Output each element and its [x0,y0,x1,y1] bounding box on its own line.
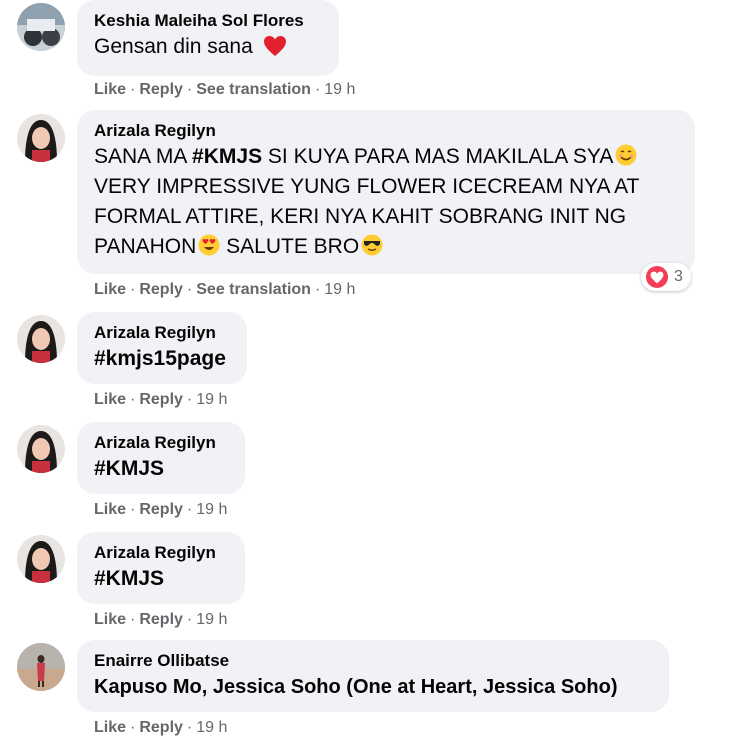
hashtag-link[interactable]: #KMJS [94,564,228,594]
comment-bubble: Enairre Ollibatse Kapuso Mo, Jessica Soh… [77,640,669,712]
hashtag-link[interactable]: #KMJS [192,145,262,168]
avatar[interactable] [17,3,65,51]
separator: · [314,81,321,98]
comment-bubble: Arizala Regilyn SANA MA #KMJS SI KUYA PA… [77,110,695,274]
separator: · [130,719,136,736]
avatar-image [17,643,65,691]
separator: · [130,81,136,98]
hashtag-link[interactable]: #KMJS [94,454,228,484]
heart-eyes-emoji-icon [198,234,220,256]
like-button[interactable]: Like [94,81,126,98]
like-button[interactable]: Like [94,501,126,518]
comment-text-line: Gensan din sana [94,35,253,58]
separator: · [186,719,193,736]
comment-actions: Like · Reply · See translation · 19 h [94,280,355,300]
separator: · [186,501,193,518]
avatar-image [17,535,65,583]
comment-bubble: Keshia Maleiha Sol Flores Gensan din san… [77,0,339,76]
comment-timestamp[interactable]: 19 h [196,611,227,628]
separator: · [186,611,193,628]
see-translation-button[interactable]: See translation [196,81,311,98]
text-segment: SALUTE BRO [220,235,360,258]
comment-author[interactable]: Arizala Regilyn [94,542,228,564]
comment-text-line: SANA MA #KMJS SI KUYA PARA MAS MAKILALA … [94,142,678,172]
comment-text-line: VERY IMPRESSIVE YUNG FLOWER ICECREAM NYA… [94,175,640,198]
avatar[interactable] [17,643,65,691]
reaction-summary[interactable]: 3 [641,263,691,291]
text-segment: SANA MA [94,145,193,168]
avatar-image [17,3,65,51]
comment-actions: Like · Reply · 19 h [94,390,227,410]
comment-timestamp[interactable]: 19 h [196,501,227,518]
comment-text: Gensan din sana [94,32,322,66]
comment-timestamp[interactable]: 19 h [324,281,355,298]
separator: · [130,281,136,298]
hashtag-link[interactable]: #kmjs15page [94,344,230,374]
text-segment: PANAHON [94,235,197,258]
comment-bubble: Arizala Regilyn #KMJS [77,532,245,604]
avatar[interactable] [17,315,65,363]
comment-author[interactable]: Arizala Regilyn [94,120,678,142]
text-segment: SI KUYA PARA MAS MAKILALA SYA [262,145,614,168]
avatar-image [17,315,65,363]
comment-actions: Like · Reply · See translation · 19 h [94,80,355,100]
reply-button[interactable]: Reply [139,611,183,628]
avatar[interactable] [17,425,65,473]
reply-button[interactable]: Reply [139,281,183,298]
reply-button[interactable]: Reply [139,719,183,736]
comment-actions: Like · Reply · 19 h [94,500,227,520]
reply-button[interactable]: Reply [139,391,183,408]
page-mention-link[interactable]: Kapuso Mo, Jessica Soho (One at Heart, J… [94,672,652,702]
separator: · [130,501,136,518]
separator: · [130,391,136,408]
separator: · [186,391,193,408]
comment-timestamp[interactable]: 19 h [324,81,355,98]
like-button[interactable]: Like [94,611,126,628]
comment-author[interactable]: Arizala Regilyn [94,322,230,344]
comment-author[interactable]: Enairre Ollibatse [94,650,652,672]
separator: · [130,611,136,628]
comment-actions: Like · Reply · 19 h [94,610,227,630]
avatar[interactable] [17,114,65,162]
separator: · [314,281,321,298]
like-button[interactable]: Like [94,281,126,298]
avatar-image [17,114,65,162]
love-reaction-icon [646,266,668,288]
avatar[interactable] [17,535,65,583]
sunglasses-emoji-icon [361,234,383,256]
comment-bubble: Arizala Regilyn #KMJS [77,422,245,494]
reply-button[interactable]: Reply [139,81,183,98]
separator: · [186,281,193,298]
see-translation-button[interactable]: See translation [196,281,311,298]
like-button[interactable]: Like [94,391,126,408]
comment-timestamp[interactable]: 19 h [196,719,227,736]
reply-button[interactable]: Reply [139,501,183,518]
comment-bubble: Arizala Regilyn #kmjs15page [77,312,247,384]
comment-text-line: PANAHON SALUTE BRO [94,232,678,262]
comment-timestamp[interactable]: 19 h [196,391,227,408]
smiling-face-emoji-icon [615,144,637,166]
comment-author[interactable]: Keshia Maleiha Sol Flores [94,10,322,32]
comment-actions: Like · Reply · 19 h [94,718,227,738]
comment-text-line: FORMAL ATTIRE, KERI NYA KAHIT SOBRANG IN… [94,205,627,228]
like-button[interactable]: Like [94,719,126,736]
separator: · [186,81,193,98]
reaction-count: 3 [674,268,683,285]
comment-author[interactable]: Arizala Regilyn [94,432,228,454]
avatar-image [17,425,65,473]
red-heart-emoji-icon [263,35,287,66]
comment-text: SANA MA #KMJS SI KUYA PARA MAS MAKILALA … [94,142,678,262]
